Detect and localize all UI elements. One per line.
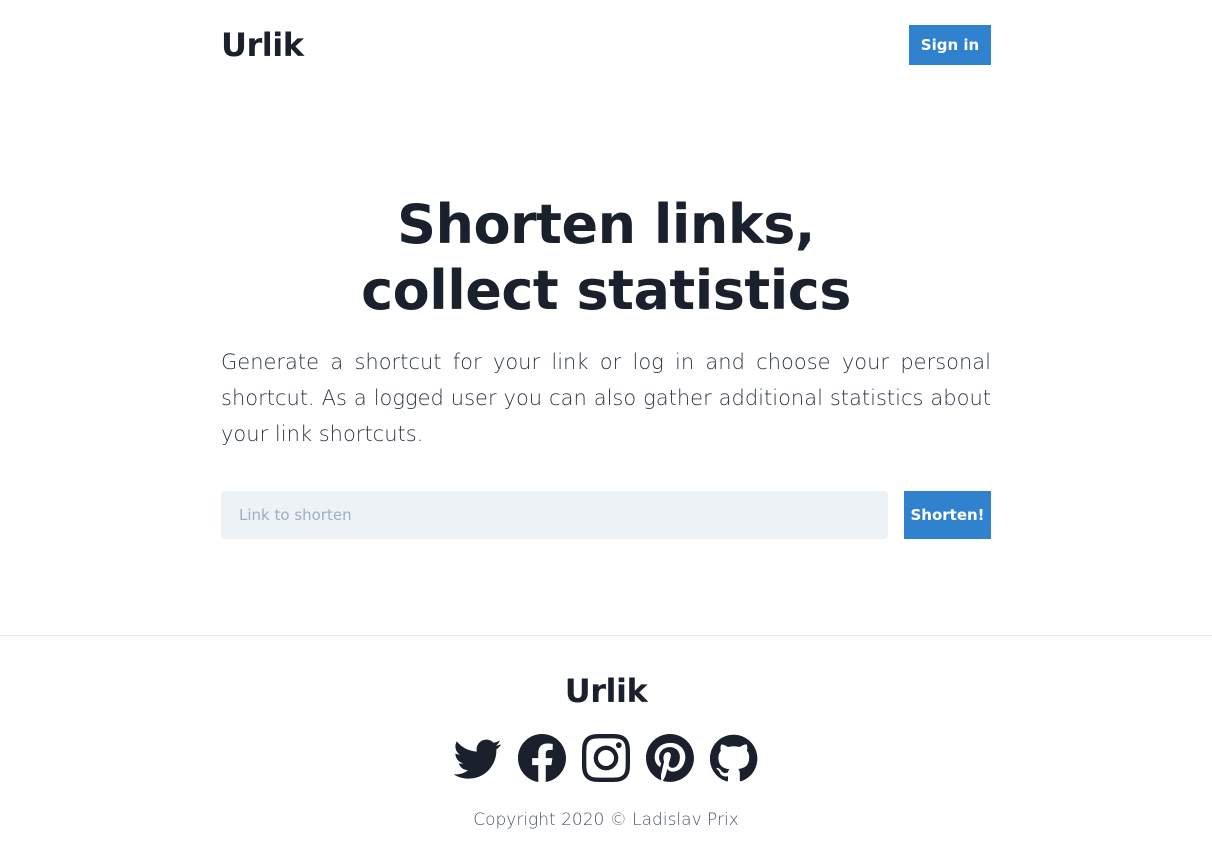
header: Urlik Sign in <box>221 25 991 65</box>
instagram-icon[interactable] <box>582 734 630 782</box>
pinterest-icon[interactable] <box>646 734 694 782</box>
social-links <box>0 734 1212 782</box>
hero-description: Generate a shortcut for your link or log… <box>221 350 991 446</box>
footer-logo[interactable]: Urlik <box>0 668 1212 714</box>
twitter-icon[interactable] <box>454 734 502 782</box>
sign-in-button[interactable]: Sign in <box>909 25 991 65</box>
logo[interactable]: Urlik <box>221 26 304 64</box>
shorten-form: Shorten! <box>221 491 991 539</box>
footer-divider <box>0 635 1212 636</box>
copyright: Copyright 2020 © Ladislav Prix <box>473 810 739 830</box>
link-input[interactable] <box>221 491 888 539</box>
footer: Urlik Copyright 2020 © Ladislav Prix <box>0 668 1212 830</box>
hero-title: Shorten links, collect statistics <box>361 193 851 322</box>
hero-section: Shorten links, collect statistics Genera… <box>221 192 991 452</box>
github-icon[interactable] <box>710 734 758 782</box>
shorten-button[interactable]: Shorten! <box>904 491 991 539</box>
facebook-icon[interactable] <box>518 734 566 782</box>
